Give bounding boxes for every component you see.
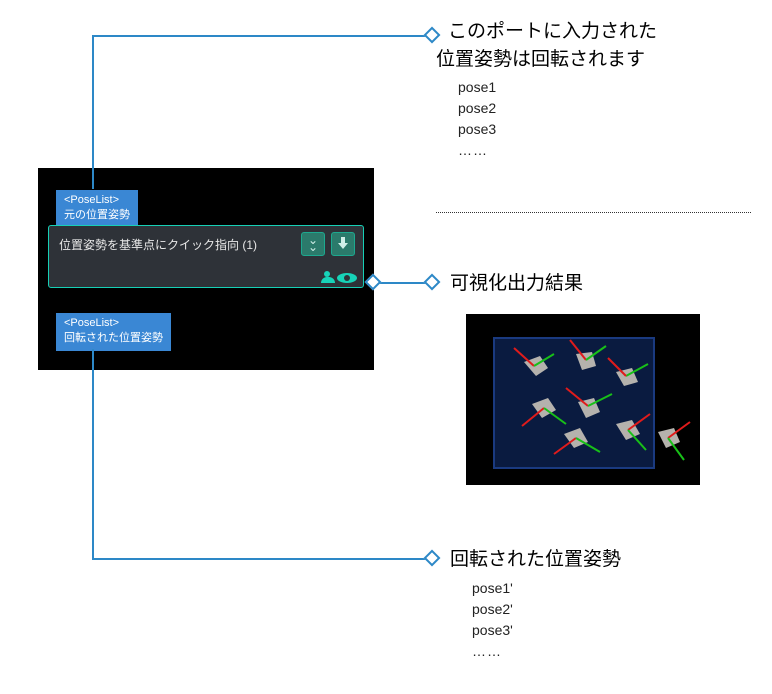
connector-end-diamond [424, 274, 441, 291]
visualization-preview [466, 314, 700, 485]
input-port-label: 元の位置姿勢 [64, 208, 130, 223]
callout-viz-title: 可視化出力結果 [450, 270, 583, 298]
callout-output: 回転された位置姿勢 pose1' pose2' pose3' …… [450, 546, 621, 662]
output-port-chip[interactable]: <PoseList> 回転された位置姿勢 [56, 313, 171, 351]
input-port-type: <PoseList> [64, 193, 130, 208]
expand-button[interactable]: ⌄⌄ [301, 232, 325, 256]
callout-output-title: 回転された位置姿勢 [450, 546, 621, 574]
connector-line [92, 349, 94, 560]
connector-end-diamond [424, 550, 441, 567]
callout-viz: 可視化出力結果 [450, 270, 583, 298]
callout-input: このポートに入力された 位置姿勢は回転されます pose1 pose2 pose… [436, 18, 657, 161]
callout-output-item: pose1' [472, 578, 621, 599]
connector-line [92, 35, 94, 189]
node-body[interactable]: 位置姿勢を基準点にクイック指向 (1) ⌄⌄ [48, 225, 364, 288]
callout-input-title-line1: このポートに入力された [436, 18, 657, 46]
node-editor-panel: <PoseList> 元の位置姿勢 位置姿勢を基準点にクイック指向 (1) ⌄⌄… [38, 168, 374, 370]
input-port-chip[interactable]: <PoseList> 元の位置姿勢 [56, 190, 138, 228]
callout-input-item: pose1 [458, 77, 657, 98]
callout-output-item: …… [472, 641, 621, 662]
callout-output-item: pose2' [472, 599, 621, 620]
callout-input-item: …… [458, 140, 657, 161]
chevrons-down-icon: ⌄⌄ [308, 237, 318, 250]
step-run-button[interactable] [331, 232, 355, 256]
output-port-label: 回転された位置姿勢 [64, 331, 163, 346]
dotted-separator [436, 212, 751, 213]
callout-output-item: pose3' [472, 620, 621, 641]
callout-input-item: pose3 [458, 119, 657, 140]
node-title: 位置姿勢を基準点にクイック指向 (1) [59, 236, 257, 253]
output-port-type: <PoseList> [64, 316, 163, 331]
visualize-toggle[interactable] [321, 271, 357, 283]
connector-line [92, 558, 430, 560]
person-icon [321, 271, 335, 283]
eye-icon [337, 271, 357, 283]
callout-input-title-line2: 位置姿勢は回転されます [436, 46, 657, 74]
connector-line [92, 35, 430, 37]
arrow-down-icon [338, 237, 348, 251]
callout-input-item: pose2 [458, 98, 657, 119]
